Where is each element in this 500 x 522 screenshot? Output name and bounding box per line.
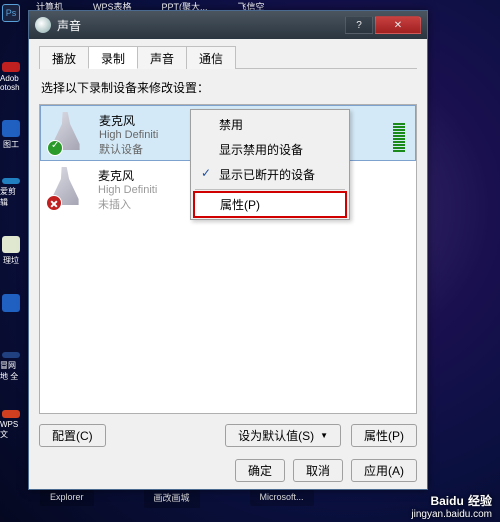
microphone-icon (48, 167, 90, 209)
device-list[interactable]: 麦克风 High Definiti 默认设备 麦克风 High Definiti… (39, 104, 417, 414)
menu-show-disabled[interactable]: 显示禁用的设备 (193, 137, 347, 162)
tab-bar: 播放 录制 声音 通信 (39, 45, 417, 69)
cancel-button[interactable]: 取消 (293, 459, 343, 482)
desktop-icon-column: Ps Adob otosh 图工 爱剪辑 理垃 冒网地 全 WPS文 (0, 0, 22, 440)
tab-communications[interactable]: 通信 (186, 46, 236, 69)
level-meter (393, 116, 405, 152)
configure-button[interactable]: 配置(C) (39, 424, 106, 447)
recycle-bin-icon[interactable]: 理垃 (0, 236, 22, 266)
device-status: 默认设备 (99, 141, 158, 157)
device-name: 麦克风 (98, 167, 157, 184)
device-status: 未插入 (98, 196, 157, 212)
properties-button[interactable]: 属性(P) (351, 424, 417, 447)
menu-show-disconnected[interactable]: 显示已断开的设备 (193, 162, 347, 187)
aijianji-icon[interactable]: 爱剪辑 (0, 178, 22, 208)
adobe-icon[interactable]: Adob otosh (0, 62, 22, 92)
tab-playback[interactable]: 播放 (39, 46, 89, 69)
photoshop-icon[interactable]: Ps (0, 4, 22, 34)
watermark-url: jingyan.baidu.com (411, 509, 492, 520)
device-sub: High Definiti (98, 184, 157, 196)
status-ok-badge (47, 140, 63, 156)
set-default-button[interactable]: 设为默认值(S)▼ (225, 424, 341, 447)
status-error-badge (46, 195, 62, 211)
tool-icon[interactable]: 图工 (0, 120, 22, 150)
microphone-icon (49, 112, 91, 154)
window-title: 声音 (57, 17, 81, 34)
instruction-text: 选择以下录制设备来修改设置： (41, 79, 415, 96)
device-sub: High Definiti (99, 129, 158, 141)
menu-separator (195, 189, 345, 190)
tab-recording[interactable]: 录制 (88, 46, 138, 69)
menu-disable[interactable]: 禁用 (193, 112, 347, 137)
device-name: 麦克风 (99, 112, 158, 129)
wps-icon[interactable]: WPS文 (0, 410, 22, 440)
menu-properties-highlighted[interactable]: 属性(P) (193, 191, 347, 218)
ok-button[interactable]: 确定 (235, 459, 285, 482)
sound-dialog: 声音 ? ✕ 播放 录制 声音 通信 选择以下录制设备来修改设置： 麦克风 Hi… (28, 10, 428, 490)
apply-button[interactable]: 应用(A) (351, 459, 417, 482)
netsafe-icon[interactable]: 冒网地 全 (0, 352, 22, 382)
ie-icon[interactable] (0, 294, 22, 324)
help-button[interactable]: ? (345, 16, 373, 34)
chevron-down-icon: ▼ (320, 431, 328, 440)
watermark: Baidu 经验 jingyan.baidu.com (411, 492, 492, 520)
tab-sounds[interactable]: 声音 (137, 46, 187, 69)
titlebar[interactable]: 声音 ? ✕ (29, 11, 427, 39)
context-menu: 禁用 显示禁用的设备 显示已断开的设备 属性(P) (190, 109, 350, 220)
sound-icon (35, 17, 51, 33)
close-button[interactable]: ✕ (375, 16, 421, 34)
